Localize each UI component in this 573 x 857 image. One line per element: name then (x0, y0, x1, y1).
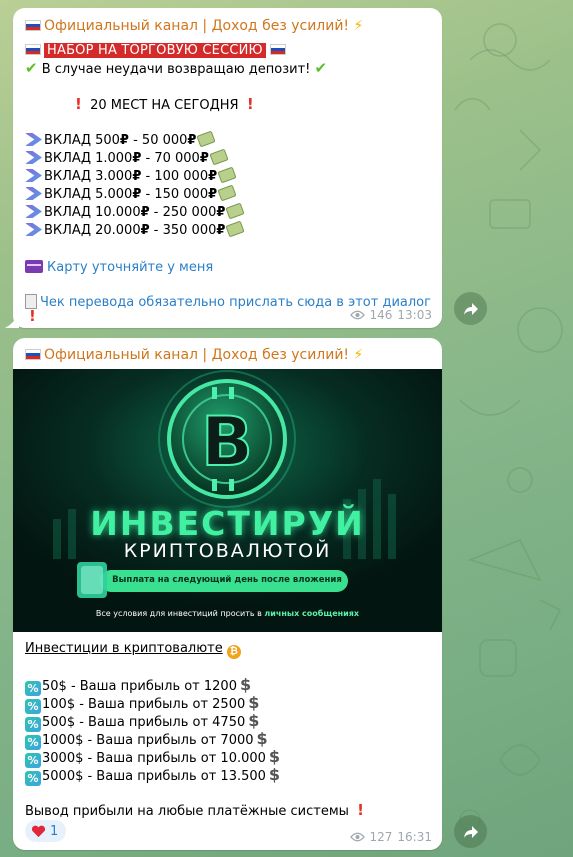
dollar-icon: $ (248, 693, 260, 712)
money-icon (209, 148, 229, 166)
card-link[interactable]: Карту уточняйте у меня (47, 260, 213, 275)
russia-flag-icon (25, 20, 41, 31)
check-mark-icon: ✔ (25, 59, 38, 77)
share-button[interactable] (454, 815, 487, 848)
channel-post-2: Официальный канал | Доход без усилий! ⚡ (13, 338, 442, 850)
russia-flag-icon (269, 44, 286, 55)
deposit-row: ВКЛАД 3.000₽ - 100 000₽ (25, 166, 237, 185)
dollar-icon: $ (256, 729, 268, 748)
heart-icon (31, 825, 46, 837)
lightning-icon: ⚡ (353, 18, 364, 34)
dollar-icon: $ (268, 747, 281, 766)
exclamation-row: ! (29, 308, 36, 326)
heart-reaction-button[interactable]: 1 (25, 820, 67, 842)
exclamation-icon: ! (246, 95, 254, 113)
investments-heading: Инвестиции в криптовалюте (25, 641, 223, 656)
chevron-right-icon (25, 205, 42, 218)
money-icon (225, 202, 245, 220)
bitcoin-icon: ₿ (226, 645, 241, 659)
offer-row: % 1000$ - Ваша прибыль от 7000 $ (25, 730, 268, 750)
russia-flag-icon (25, 349, 41, 360)
deposit-row: ВКЛАД 20.000₽ - 350 000₽ (25, 220, 245, 239)
headline: НАБОР НА ТОРГОВУЮ СЕССИЮ (44, 43, 266, 58)
credit-card-icon (25, 260, 43, 273)
banner-pill-text: Выплата на следующий день после вложения (112, 575, 342, 585)
banner-graphic: B (13, 369, 442, 632)
exclamation-icon: ! (357, 801, 364, 819)
banner-title: ИНВЕСТИРУЙ (90, 504, 365, 543)
money-icon (217, 166, 237, 184)
card-row: Карту уточняйте у меня (25, 259, 213, 276)
slots-row: ! 20 МЕСТ НА СЕГОДНЯ ! (75, 96, 254, 114)
slots-text: 20 МЕСТ НА СЕГОДНЯ (90, 98, 239, 113)
message-meta: 127 16:31 (349, 830, 432, 844)
chevron-right-icon (25, 187, 42, 200)
deposit-row: ВКЛАД 10.000₽ - 250 000₽ (25, 202, 245, 221)
refund-text: В случае неудачи возвращаю депозит! (41, 62, 311, 77)
lightning-icon: ⚡ (353, 347, 364, 363)
money-icon (225, 220, 245, 238)
banner-subtitle: КРИПТОВАЛЮТОЙ (123, 540, 332, 562)
withdraw-row: Вывод прибыли на любые платёжные системы… (25, 802, 364, 820)
chevron-right-icon (25, 151, 42, 164)
view-count: 127 (369, 830, 393, 844)
view-count: 146 (369, 308, 393, 322)
message-time: 16:31 (397, 830, 432, 844)
bubble-tail (5, 314, 19, 328)
check-mark-icon: ✔ (314, 59, 328, 77)
percent-icon: % (25, 771, 41, 786)
share-arrow-icon (463, 825, 478, 838)
money-icon (196, 130, 217, 148)
banner-footer: Все условия для инвестиций просить в лич… (95, 609, 360, 618)
exclamation-icon: ! (29, 307, 36, 325)
offer-row: % 5000$ - Ваша прибыль от 13.500 $ (25, 766, 280, 786)
reaction-count: 1 (50, 823, 59, 839)
offer-row: % 100$ - Ваша прибыль от 2500 $ (25, 694, 259, 714)
withdraw-text: Вывод прибыли на любые платёжные системы (25, 804, 349, 819)
deposit-row: ВКЛАД 5.000₽ - 150 000₽ (25, 184, 237, 203)
share-arrow-icon (463, 302, 478, 315)
refund-row: ✔ В случае неудачи возвращаю депозит! ✔ (25, 60, 327, 78)
heading-row: Инвестиции в криптовалюте ₿ (25, 640, 241, 659)
russia-flag-icon (25, 44, 41, 55)
dollar-icon: $ (239, 675, 252, 694)
chevron-right-icon (25, 133, 42, 146)
offer-row: % 500$ - Ваша прибыль от 4750 $ (25, 712, 259, 732)
deposit-row: ВКЛАД 1.000₽ - 70 000₽ (25, 148, 229, 167)
deposit-row: ВКЛАД 500₽ - 50 000₽ (25, 130, 217, 149)
message-meta: 146 13:03 (349, 308, 432, 322)
exclamation-icon: ! (75, 95, 82, 113)
sender-name[interactable]: Официальный канал | Доход без усилий! ⚡ (25, 17, 363, 35)
svg-text:B: B (201, 403, 253, 482)
share-button[interactable] (454, 292, 487, 325)
offer-row: % 3000$ - Ваша прибыль от 10.000 $ (25, 748, 280, 768)
channel-post-1: Официальный канал | Доход без усилий! ⚡ … (5, 8, 442, 328)
chevron-right-icon (25, 223, 42, 236)
chevron-right-icon (25, 169, 42, 182)
money-icon (217, 184, 237, 202)
dollar-icon: $ (248, 711, 260, 730)
sender-name[interactable]: Официальный канал | Доход без усилий! ⚡ (25, 346, 363, 364)
promo-banner-image[interactable]: B ИНВЕСТИРУЙ КРИПТОВАЛЮТОЙ Выплата на сл… (13, 369, 442, 632)
message-time: 13:03 (397, 308, 432, 322)
eye-icon (349, 832, 365, 842)
eye-icon (349, 310, 365, 320)
headline-row: НАБОР НА ТОРГОВУЮ СЕССИЮ (25, 42, 289, 59)
offer-row: % 50$ - Ваша прибыль от 1200 $ (25, 676, 251, 696)
dollar-icon: $ (268, 765, 281, 784)
